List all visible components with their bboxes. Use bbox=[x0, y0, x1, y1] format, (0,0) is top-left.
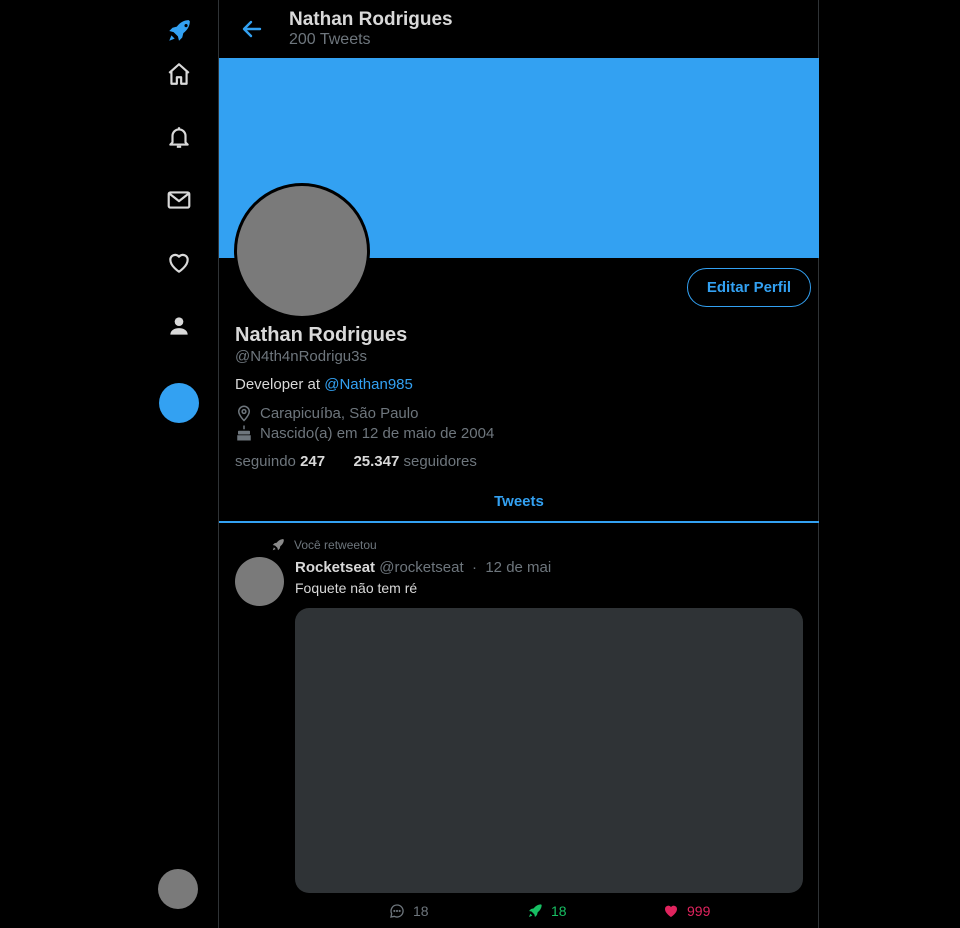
tweet-author-avatar[interactable] bbox=[235, 557, 284, 606]
tweet-text: Foquete não tem ré bbox=[295, 580, 418, 596]
rocket-logo-icon[interactable] bbox=[160, 12, 198, 50]
profile-handle: @N4th4nRodrigu3s bbox=[235, 348, 367, 365]
reply-button[interactable]: 18 bbox=[389, 903, 429, 919]
account-avatar[interactable] bbox=[158, 869, 198, 909]
user-icon[interactable] bbox=[160, 307, 198, 345]
bell-icon[interactable] bbox=[160, 118, 198, 156]
tweet-count: 200 Tweets bbox=[289, 31, 371, 48]
retweet-label: Você retweetou bbox=[294, 538, 377, 552]
retweet-indicator: Você retweetou bbox=[271, 538, 377, 552]
retweet-count: 18 bbox=[551, 903, 567, 919]
birthdate-text: Nascido(a) em 12 de maio de 2004 bbox=[260, 424, 495, 442]
profile-column: Nathan Rodrigues 200 Tweets Editar Perfi… bbox=[218, 0, 819, 928]
location-pin-icon bbox=[237, 405, 251, 422]
following-count[interactable]: 247 bbox=[300, 453, 325, 470]
retweet-button[interactable]: 18 bbox=[527, 903, 567, 919]
tab-tweets[interactable]: Tweets bbox=[219, 479, 819, 523]
tweet-date[interactable]: 12 de mai bbox=[485, 559, 551, 576]
reply-count: 18 bbox=[413, 903, 429, 919]
tweet-compose-button[interactable] bbox=[159, 383, 199, 423]
back-arrow-icon[interactable] bbox=[237, 14, 267, 44]
heart-icon[interactable] bbox=[160, 244, 198, 282]
home-icon[interactable] bbox=[160, 55, 198, 93]
sidebar bbox=[140, 0, 218, 928]
page-title: Nathan Rodrigues bbox=[289, 9, 453, 30]
following-label: seguindo bbox=[235, 453, 296, 470]
tweet-actions: 18 18 999 bbox=[295, 903, 803, 925]
rocket-icon bbox=[272, 539, 284, 551]
follow-stats: seguindo 247 25.347 seguidores bbox=[235, 453, 477, 470]
tweet-media[interactable] bbox=[295, 608, 803, 893]
tweet-header: Rocketseat @rocketseat · 12 de mai bbox=[295, 559, 551, 576]
followers-count[interactable]: 25.347 bbox=[353, 453, 399, 470]
tweet-author-name[interactable]: Rocketseat bbox=[295, 559, 375, 576]
profile-name: Nathan Rodrigues bbox=[235, 324, 408, 346]
followers-label: seguidores bbox=[403, 453, 477, 470]
profile-header: Nathan Rodrigues 200 Tweets bbox=[219, 0, 819, 58]
cake-icon bbox=[237, 425, 251, 441]
profile-avatar[interactable] bbox=[234, 183, 370, 319]
bio-text: Developer at bbox=[235, 376, 325, 393]
like-button[interactable]: 999 bbox=[663, 903, 710, 919]
tab-indicator bbox=[219, 521, 819, 523]
mail-icon[interactable] bbox=[160, 181, 198, 219]
comment-icon bbox=[390, 904, 404, 918]
profile-location: Carapicuíba, São Paulo bbox=[235, 404, 418, 422]
location-text: Carapicuíba, São Paulo bbox=[260, 404, 419, 422]
profile-birthdate: Nascido(a) em 12 de maio de 2004 bbox=[235, 424, 494, 442]
like-count: 999 bbox=[687, 903, 711, 919]
tweet-author-handle[interactable]: @rocketseat bbox=[379, 559, 463, 576]
profile-bio: Developer at @Nathan985 bbox=[235, 376, 413, 393]
rocket-retweet-icon bbox=[529, 904, 542, 917]
heart-filled-icon bbox=[665, 905, 677, 917]
bio-mention-link[interactable]: @Nathan985 bbox=[324, 376, 413, 393]
edit-profile-button[interactable]: Editar Perfil bbox=[687, 268, 811, 307]
tweet-separator: · bbox=[472, 559, 477, 576]
